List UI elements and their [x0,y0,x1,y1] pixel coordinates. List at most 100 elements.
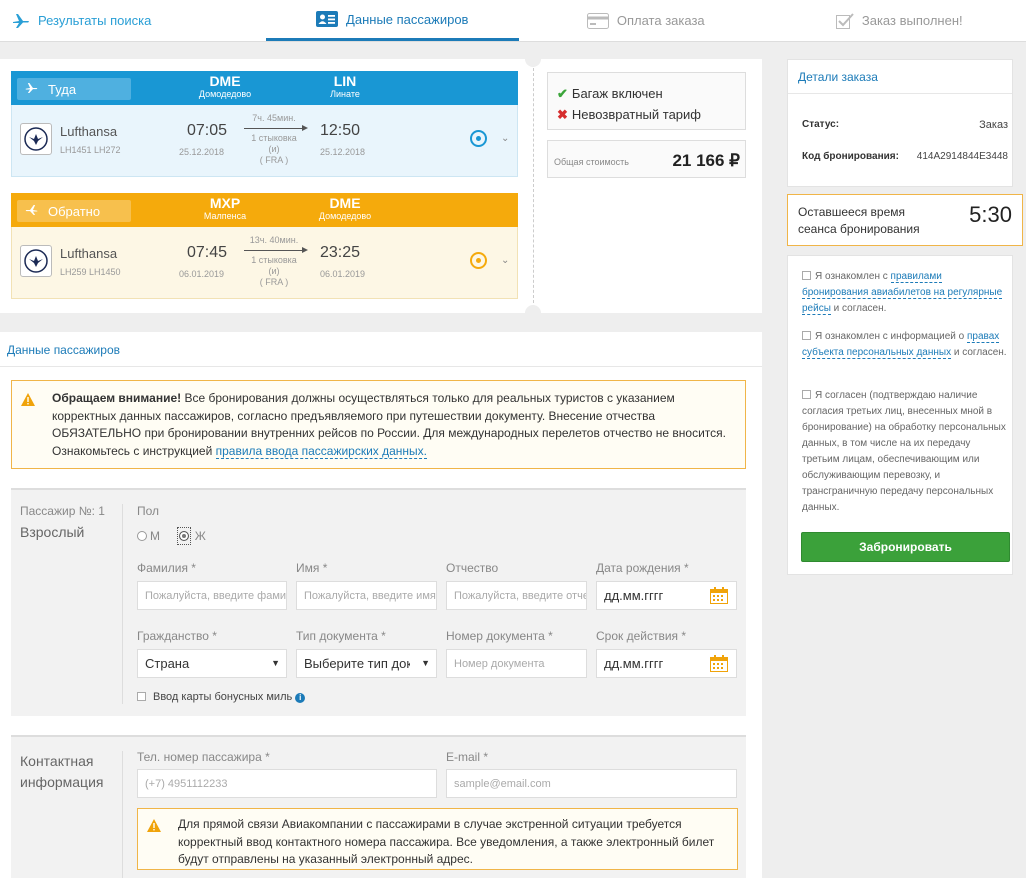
destination-airport: LIN Линате [330,73,360,99]
citizenship-label: Гражданство * [137,629,217,643]
direction-label: Туда [48,81,77,97]
airplane-return-icon [25,204,38,219]
segment-select-radio[interactable] [470,130,487,147]
flights-panel: Туда DME Домодедово LIN Линате Lufthansa L… [0,51,762,321]
contact-notice-text: Для прямой связи Авиакомпании с пассажир… [178,817,715,866]
segment-header: Туда DME Домодедово LIN Линате [11,71,518,105]
divider [122,504,123,704]
airplane-icon [12,13,30,29]
ticket-notch [525,305,541,321]
destination-airport: DME Домодедово [318,195,372,221]
lufthansa-logo-icon [20,123,52,155]
consent-panel: Я ознакомлен с правилами бронирования ав… [787,255,1013,575]
order-details-panel: Детали заказа Статус: Заказ Код бронирова… [787,59,1013,187]
caret-down-icon: ▼ [421,658,430,668]
citizenship-select[interactable]: Страна ▼ [137,649,287,678]
direction-badge: Туда [17,78,131,100]
step-order-complete[interactable]: Заказ выполнен! [773,0,1026,41]
airplane-departure-icon [25,82,38,97]
step-label: Оплата заказа [616,13,705,28]
consent-personal-data-checkbox[interactable] [802,331,811,340]
input-rules-link[interactable]: правила ввода пассажирских данных. [215,443,428,459]
lufthansa-logo-icon [20,245,52,277]
direction-badge: Обратно [17,200,131,222]
name-input[interactable]: Пожалуйста, введите имя [296,581,437,610]
segment-outbound: Туда DME Домодедово LIN Линате Lufthansa L… [11,71,518,177]
step-passenger-data[interactable]: Данные пассажиров [265,0,519,41]
booking-code-row: Код бронирования: 414A2914844E3448 [802,151,1008,162]
expiry-label: Срок действия * [596,629,687,643]
chevron-down-icon[interactable]: ⌄ [501,255,509,266]
email-label: E-mail * [446,750,489,764]
departure-time: 07:05 [187,122,228,139]
chevron-down-icon[interactable]: ⌄ [501,133,509,144]
patronymic-input[interactable]: Пожалуйста, введите отчество [446,581,587,610]
docnum-input[interactable]: Номер документа [446,649,587,678]
patronymic-label: Отчество [446,561,499,575]
step-label: Результаты поиска [38,13,152,28]
segment-details: Lufthansa LH1451 LH272 07:05 25.12.2018 … [11,105,518,177]
divider [0,366,762,367]
arrival-time: 23:25 [320,244,361,261]
calendar-icon[interactable] [710,587,728,607]
ticket-divider [533,68,534,303]
expiry-input[interactable]: дд.мм.гггг [596,649,737,678]
email-input[interactable]: sample@email.com [446,769,737,798]
consent-rules: Я ознакомлен с правилами бронирования ав… [802,271,1003,315]
doctype-select[interactable]: Выберите тип документа ▼ [296,649,437,678]
phone-label: Тел. номер пассажира * [137,750,270,764]
passenger-data-section: Данные пассажиров Обращаем внимание! Все… [0,332,762,878]
section-title: Данные пассажиров [7,343,120,357]
bonus-card-checkbox[interactable] [137,692,146,701]
dob-label: Дата рождения * [596,561,689,575]
airline-name: Lufthansa [60,124,118,139]
segment-inbound: Обратно MXP Малпенса DME Домодедово Luftha… [11,193,518,299]
flight-duration: 13ч. 40мин. 1 стыковка (и) ( FRA ) [249,235,299,287]
contact-notice: Для прямой связи Авиакомпании с пассажир… [137,808,738,870]
divider [122,751,123,878]
gender-options: М Ж [137,527,206,545]
surname-input[interactable]: Пожалуйста, введите фамилию [137,581,287,610]
contact-form: Контактная информация Тел. номер пассажир… [11,735,746,878]
origin-airport: DME Домодедово [198,73,252,99]
surname-label: Фамилия * [137,561,196,575]
departure-date: 25.12.2018 [179,147,225,157]
total-price-box: Общая стоимость 21 166 ₽ [547,140,746,178]
ticket-notch [525,51,541,67]
consent-rules-checkbox[interactable] [802,271,811,280]
flight-numbers: LH259 LH1450 [60,267,121,277]
cross-icon: ✖ [557,107,568,122]
segment-select-radio[interactable] [470,252,487,269]
segment-details: Lufthansa LH259 LH1450 07:45 06.01.2019 … [11,227,518,299]
checkbox-check-icon [835,12,854,29]
flight-duration: 7ч. 45мин. 1 стыковка (и) ( FRA ) [251,113,297,165]
book-button[interactable]: Забронировать [801,532,1010,562]
flight-numbers: LH1451 LH272 [60,145,121,155]
route-arrow [244,125,308,131]
doctype-value: Выберите тип документа [304,656,410,671]
gender-female-radio[interactable] [177,527,192,545]
dob-input[interactable]: дд.мм.гггг [596,581,737,610]
warning-icon [21,393,35,412]
consent-third-party-checkbox[interactable] [802,390,811,399]
dob-value: дд.мм.гггг [604,588,664,603]
gender-label: Пол [137,504,160,518]
fare-conditions: ✔ Багаж включен ✖ Невозвратный тариф [547,72,746,130]
phone-input[interactable]: (+7) 4951112233 [137,769,437,798]
step-search-results[interactable]: Результаты поиска [0,0,266,41]
bonus-card-label: Ввод карты бонусных миль [153,691,293,703]
bonus-card-row: Ввод карты бонусных миль i [137,691,306,703]
info-icon[interactable]: i [295,693,306,703]
gender-male-radio[interactable] [137,531,147,541]
consent-personal-data: Я ознакомлен с информацией о правах субъ… [802,331,1007,359]
order-details-title: Детали заказа [788,60,1012,94]
calendar-icon[interactable] [710,655,728,675]
attention-notice: Обращаем внимание! Все бронирования долж… [11,380,746,469]
origin-airport: MXP Малпенса [203,195,247,221]
departure-time: 07:45 [187,244,228,261]
notice-bold: Обращаем внимание! [52,391,182,405]
id-card-icon [316,11,339,27]
name-label: Имя * [296,561,328,575]
step-payment[interactable]: Оплата заказа [519,0,773,41]
total-price-label: Общая стоимость [554,157,629,167]
